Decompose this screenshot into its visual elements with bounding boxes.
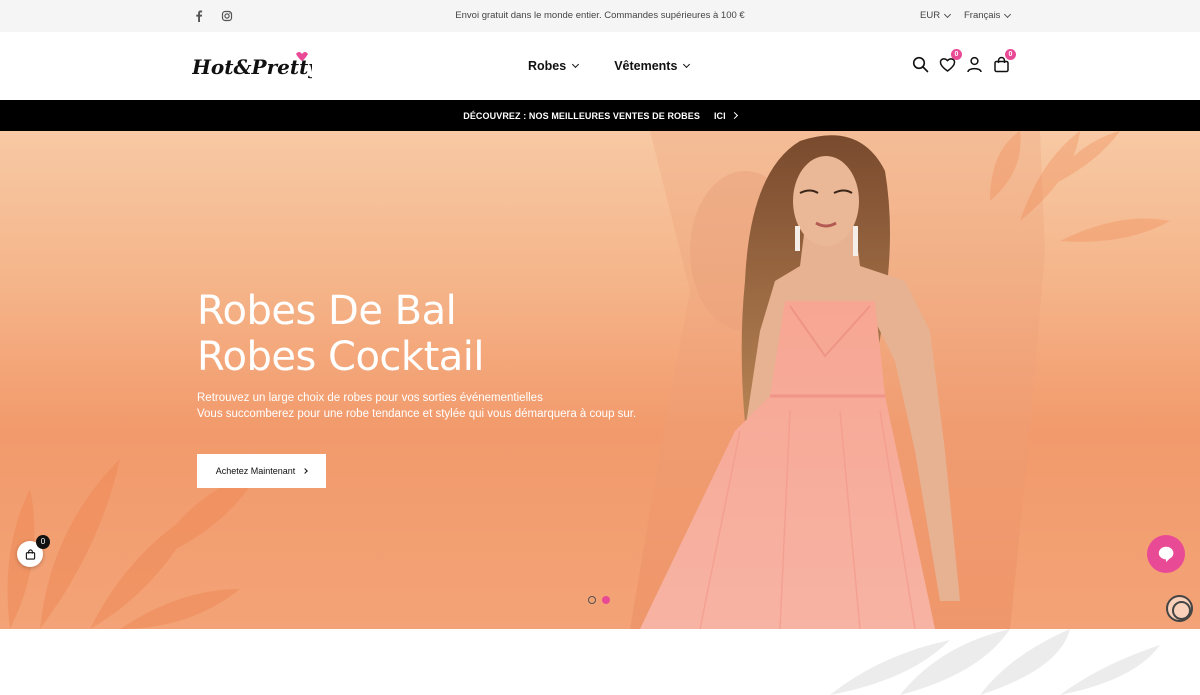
svg-text:Hot&Pretty: Hot&Pretty: [192, 55, 312, 79]
chat-icon: [1158, 546, 1174, 563]
main-nav: Robes Vêtements: [528, 59, 691, 73]
slide-dot-1[interactable]: [588, 596, 596, 604]
hero-title-line: Robes De Bal: [197, 288, 457, 334]
search-icon[interactable]: [912, 56, 929, 73]
currency-value: EUR: [920, 10, 941, 21]
content-section: [0, 629, 1200, 695]
shop-now-button[interactable]: Achetez Maintenant: [197, 454, 326, 488]
slider-pagination: [588, 596, 610, 604]
nav-label: Robes: [528, 59, 567, 73]
language-value: Français: [964, 10, 1001, 21]
hero-subtitle-line: Retrouvez un large choix de robes pour v…: [197, 392, 543, 404]
site-header: Hot&Pretty Robes Vêtements 0 0: [0, 32, 1200, 100]
currency-selector[interactable]: EUR: [920, 10, 952, 21]
floating-cart-button[interactable]: 0: [17, 535, 50, 567]
slide-dot-2[interactable]: [602, 596, 610, 604]
nav-label: Vêtements: [614, 59, 678, 73]
top-bar: Envoi gratuit dans le monde entier. Comm…: [0, 0, 1200, 32]
cart-count-badge: 0: [1005, 49, 1016, 60]
hero-title: Robes De Bal Robes Cocktail: [197, 288, 485, 380]
chevron-down-icon: [1004, 10, 1012, 18]
cart-button[interactable]: 0: [993, 49, 1016, 73]
user-icon: [967, 56, 982, 73]
nav-item-robes[interactable]: Robes: [528, 59, 580, 73]
announcement-text: DÉCOUVREZ : NOS MEILLEURES VENTES DE ROB…: [463, 110, 700, 121]
wishlist-button[interactable]: 0: [939, 49, 962, 73]
site-logo[interactable]: Hot&Pretty: [191, 46, 321, 86]
chevron-down-icon: [944, 10, 952, 18]
header-actions: 0 0: [912, 49, 1016, 73]
shipping-promo-text: Envoi gratuit dans le monde entier. Comm…: [455, 10, 745, 21]
language-selector[interactable]: Français: [964, 10, 1012, 21]
floating-cart-count: 0: [36, 535, 50, 549]
hero-subtitle: Retrouvez un large choix de robes pour v…: [197, 390, 636, 422]
announcement-link[interactable]: ICI: [713, 110, 738, 121]
wishlist-count-badge: 0: [951, 49, 962, 60]
decorative-leaf-pattern: [830, 629, 1160, 695]
accessibility-button[interactable]: [1166, 595, 1193, 622]
chevron-right-icon: [302, 468, 309, 474]
chevron-down-icon: [572, 60, 580, 69]
hero-title-line: Robes Cocktail: [197, 334, 485, 380]
account-button[interactable]: [966, 56, 983, 73]
chat-button[interactable]: [1147, 535, 1185, 573]
hero-banner: Robes De Bal Robes Cocktail Retrouvez un…: [0, 131, 1200, 629]
bag-icon: [25, 548, 35, 560]
hero-image: [7, 131, 1170, 629]
nav-item-vetements[interactable]: Vêtements: [614, 59, 691, 73]
hero-subtitle-line: Vous succomberez pour une robe tendance …: [197, 408, 637, 420]
chevron-down-icon: [683, 60, 691, 69]
announcement-bar: DÉCOUVREZ : NOS MEILLEURES VENTES DE ROB…: [0, 100, 1200, 131]
shop-now-label: Achetez Maintenant: [215, 466, 296, 476]
announcement-link-label: ICI: [713, 110, 726, 121]
chevron-right-icon: [730, 111, 738, 120]
